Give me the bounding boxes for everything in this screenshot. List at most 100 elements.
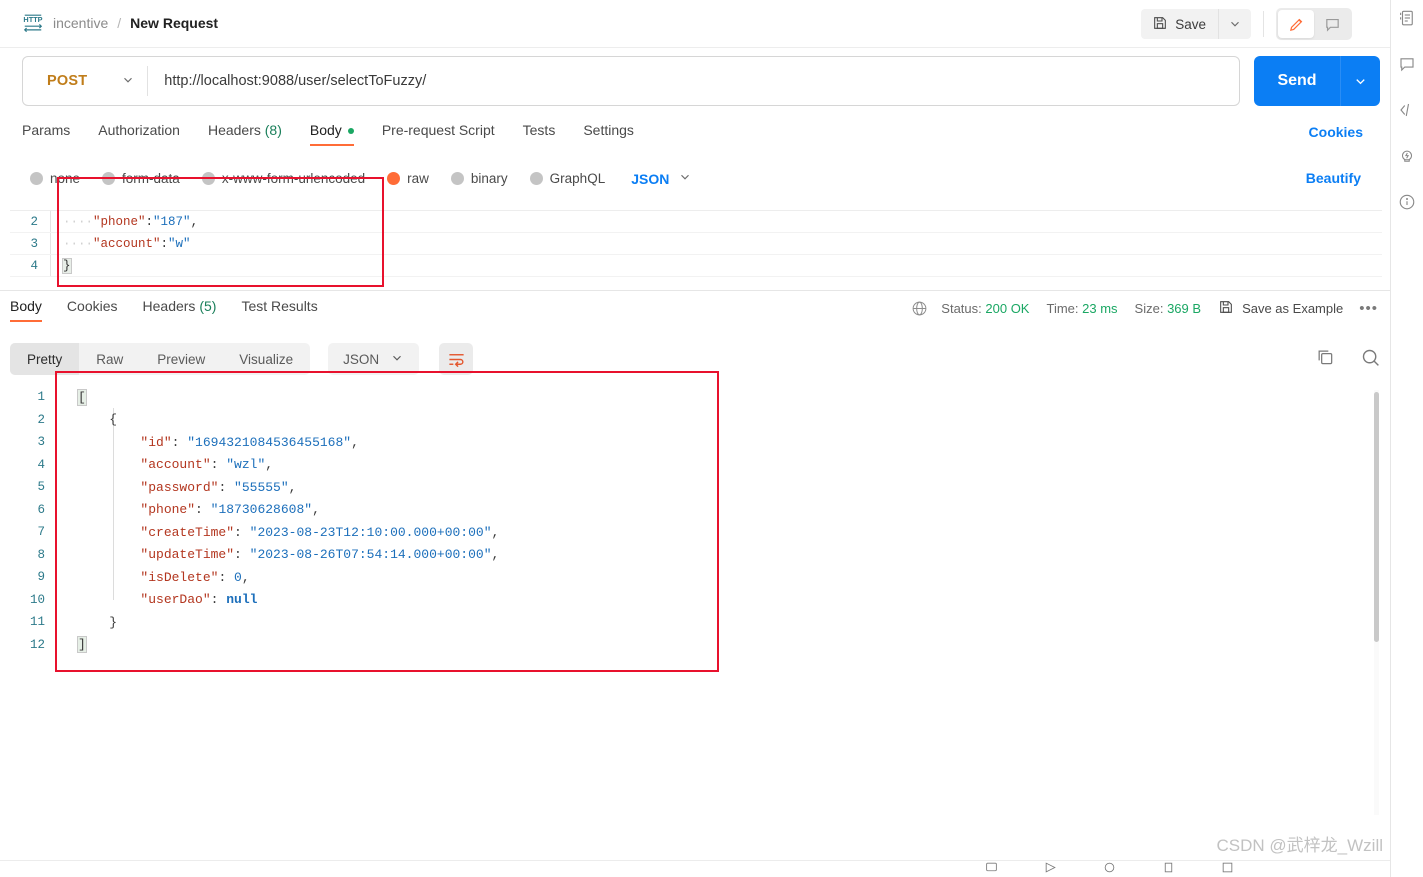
response-code-text: "createTime": "2023-08-23T12:10:00.000+0… xyxy=(140,524,500,540)
view-mode-preview[interactable]: Preview xyxy=(140,343,222,375)
status-bar-icon-5[interactable] xyxy=(1221,861,1234,874)
response-body-code[interactable]: 1 [ 2 { 3 "id": "1694321084536455168", 4… xyxy=(10,386,1365,816)
svg-text:HTTP: HTTP xyxy=(23,15,42,24)
json-key: "account" xyxy=(140,457,211,473)
save-button[interactable]: Save xyxy=(1141,9,1219,39)
size-indicator: Size: 369 B xyxy=(1135,301,1202,316)
search-response-button[interactable] xyxy=(1360,347,1381,371)
response-code-line: 8 "updateTime": "2023-08-26T07:54:14.000… xyxy=(10,544,1365,567)
response-tab-body[interactable]: Body xyxy=(10,298,42,322)
line-number: 4 xyxy=(30,258,38,273)
tab-body[interactable]: Body xyxy=(309,122,368,146)
send-options-caret[interactable] xyxy=(1340,56,1380,106)
body-type-binary[interactable]: binary xyxy=(450,171,508,186)
save-label: Save xyxy=(1175,16,1206,32)
body-type-none[interactable]: none xyxy=(30,171,80,186)
tab-authorization-label: Authorization xyxy=(98,122,180,138)
save-options-caret[interactable] xyxy=(1219,9,1251,39)
response-code-line: 2 { xyxy=(10,409,1365,432)
json-colon: : xyxy=(160,236,169,251)
body-type-raw[interactable]: raw xyxy=(387,171,429,186)
tab-pre-request-script[interactable]: Pre-request Script xyxy=(382,122,509,146)
breadcrumb-collection[interactable]: incentive xyxy=(53,15,108,31)
documentation-icon[interactable] xyxy=(1397,8,1417,28)
response-tab-test-results[interactable]: Test Results xyxy=(241,298,317,322)
json-value: "187" xyxy=(153,214,191,229)
view-mode-visualize[interactable]: Visualize xyxy=(222,343,310,375)
tab-settings[interactable]: Settings xyxy=(583,122,648,146)
body-type-form-data[interactable]: form-data xyxy=(102,171,180,186)
info-icon[interactable] xyxy=(1397,192,1417,212)
response-more-menu-button[interactable]: ••• xyxy=(1359,300,1378,317)
body-type-form-data-label: form-data xyxy=(122,171,180,186)
beautify-link[interactable]: Beautify xyxy=(1306,170,1361,186)
tab-authorization[interactable]: Authorization xyxy=(98,122,194,146)
json-key: "updateTime" xyxy=(140,547,235,563)
method-selector[interactable]: POST xyxy=(23,57,147,105)
response-code-text: "phone": "18730628608", xyxy=(140,502,320,518)
response-scrollbar-thumb[interactable] xyxy=(1374,392,1379,642)
body-type-none-label: none xyxy=(50,171,81,186)
breadcrumb-request-name[interactable]: New Request xyxy=(130,15,218,31)
time-label: Time: xyxy=(1046,301,1079,316)
wrap-lines-button[interactable] xyxy=(439,343,474,375)
response-view-toolbar: Pretty Raw Preview Visualize JSON xyxy=(10,343,474,375)
response-code-text: "isDelete": 0, xyxy=(140,569,250,585)
response-code-text: "id": "1694321084536455168", xyxy=(140,434,359,450)
status-bar-icon-2[interactable] xyxy=(1044,861,1057,874)
tab-body-label: Body xyxy=(309,122,342,138)
line-number: 2 xyxy=(37,412,45,427)
json-colon: : xyxy=(145,214,154,229)
response-code-line: 1 [ xyxy=(10,386,1365,409)
response-format-selector[interactable]: JSON xyxy=(328,343,420,375)
send-button[interactable]: Send xyxy=(1254,56,1340,106)
response-code-text: } xyxy=(78,614,118,630)
json-key: "createTime" xyxy=(140,524,235,540)
tab-headers[interactable]: Headers (8) xyxy=(208,122,296,146)
line-number: 12 xyxy=(29,637,45,652)
line-number: 7 xyxy=(37,525,45,540)
save-as-example-label: Save as Example xyxy=(1242,301,1344,316)
code-icon[interactable] xyxy=(1397,100,1417,120)
lightbulb-icon[interactable] xyxy=(1397,146,1417,166)
request-body-editor[interactable]: 2 ····"phone":"187", 3 ····"account":"w"… xyxy=(10,210,1382,282)
tab-params[interactable]: Params xyxy=(22,122,84,146)
response-code-text: [ xyxy=(77,388,87,406)
indent-dots: ···· xyxy=(63,214,94,229)
status-bar-icon-1[interactable] xyxy=(985,861,998,874)
response-tab-headers[interactable]: Headers (5) xyxy=(143,298,217,322)
response-tab-bar: Body Cookies Headers (5) Test Results xyxy=(10,298,343,322)
comment-icon[interactable] xyxy=(1397,54,1417,74)
top-bar-actions: Save xyxy=(1141,0,1352,48)
body-type-graphql[interactable]: GraphQL xyxy=(529,171,605,186)
comment-mode-button[interactable] xyxy=(1314,10,1350,38)
body-type-urlencoded[interactable]: x-www-form-urlencoded xyxy=(201,171,365,186)
response-tab-cookies[interactable]: Cookies xyxy=(67,298,118,322)
url-input[interactable]: http://localhost:9088/user/selectToFuzzy… xyxy=(148,73,1239,89)
cookies-link[interactable]: Cookies xyxy=(1309,124,1363,140)
tab-params-label: Params xyxy=(22,122,71,138)
body-type-binary-label: binary xyxy=(470,171,508,186)
body-format-label: JSON xyxy=(631,170,670,187)
view-mode-pretty[interactable]: Pretty xyxy=(10,343,80,375)
json-value: "2023-08-23T12:10:00.000+00:00" xyxy=(249,524,492,540)
response-tab-test-results-label: Test Results xyxy=(241,298,318,314)
response-code-line: 5 "password": "55555", xyxy=(10,476,1365,499)
copy-response-button[interactable] xyxy=(1315,347,1335,370)
status-bar-icon-3[interactable] xyxy=(1103,861,1116,874)
response-tab-headers-label: Headers xyxy=(142,298,196,314)
response-code-text: "updateTime": "2023-08-26T07:54:14.000+0… xyxy=(140,547,500,563)
save-button-group: Save xyxy=(1141,9,1251,39)
save-as-example-button[interactable]: Save as Example xyxy=(1218,299,1343,318)
body-format-selector[interactable]: JSON xyxy=(631,170,692,187)
status-bar-icon-4[interactable] xyxy=(1162,861,1175,874)
tab-tests[interactable]: Tests xyxy=(523,122,570,146)
size-value: 369 B xyxy=(1167,301,1202,316)
view-mode-raw[interactable]: Raw xyxy=(79,343,140,375)
response-tab-body-label: Body xyxy=(10,298,42,314)
tab-pre-request-script-label: Pre-request Script xyxy=(381,122,495,138)
globe-icon xyxy=(911,300,928,317)
json-comma: , xyxy=(491,547,500,563)
edit-mode-button[interactable] xyxy=(1278,10,1314,38)
response-format-label: JSON xyxy=(343,351,380,367)
